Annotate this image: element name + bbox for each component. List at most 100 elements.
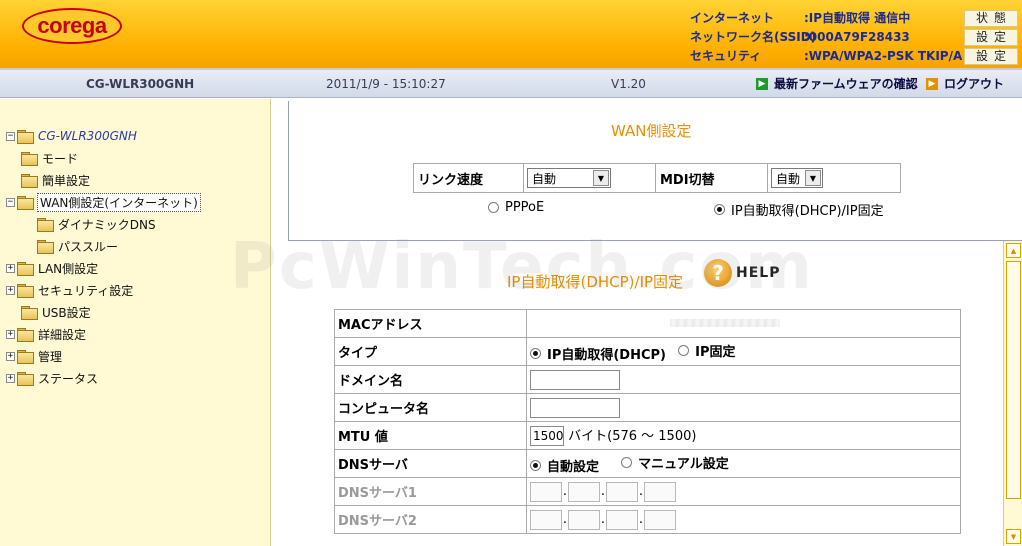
mac-value-cell — [526, 309, 961, 338]
dns-manual-option[interactable]: マニュアル設定 — [621, 453, 729, 472]
wan-title: WAN側設定 — [611, 122, 692, 140]
scroll-up-icon[interactable]: ▲ — [1006, 243, 1021, 258]
sidebar-item-wan[interactable]: − WAN側設定(インターネット) — [6, 192, 201, 212]
computer-name-input[interactable] — [530, 397, 620, 418]
chevron-down-icon: ▼ — [805, 170, 821, 186]
sidebar-item-label: ステータス — [38, 371, 99, 386]
wan-settings-panel: WAN側設定 リンク速度 自動 ▼ MDI切替 自動 ▼ PPPoE IP自動取… — [288, 101, 1022, 241]
sidebar-item-label: 簡単設定 — [42, 173, 91, 188]
dns2-octet-2[interactable] — [568, 509, 600, 530]
dns1-octet-1[interactable] — [530, 481, 562, 502]
expand-icon[interactable]: + — [6, 263, 15, 273]
mdi-value: 自動 — [776, 171, 801, 186]
table-row: ドメイン名 — [334, 365, 961, 394]
info-bar: CG-WLR300GNH 2011/1/9 - 15:10:27 V1.20 ▶… — [0, 70, 1022, 98]
dhcp-label: IP自動取得(DHCP)/IP固定 — [731, 204, 884, 219]
folder-open-icon — [16, 195, 34, 210]
sidebar-item-label: 詳細設定 — [38, 327, 87, 342]
dns2-label: DNSサーバ2 — [334, 505, 527, 534]
dns2-octet-4[interactable] — [644, 509, 676, 530]
link-speed-label: リンク速度 — [418, 172, 484, 188]
sidebar-item-lan[interactable]: + LAN側設定 — [6, 259, 98, 277]
sidebar-item-management[interactable]: + 管理 — [6, 347, 62, 365]
sidebar-item-easy-setup[interactable]: 簡単設定 — [20, 171, 90, 189]
sidebar-item-status[interactable]: + ステータス — [6, 369, 98, 387]
mac-label: MACアドレス — [334, 309, 527, 338]
domain-cell — [526, 365, 961, 394]
dns1-octet-3[interactable] — [606, 481, 638, 502]
type-auto-option[interactable]: IP自動取得(DHCP) — [530, 344, 666, 363]
link-speed-select[interactable]: 自動 ▼ — [527, 168, 611, 188]
mdi-label-cell: MDI切替 — [656, 164, 768, 192]
dns1-octet-2[interactable] — [568, 481, 600, 502]
table-row: タイプ IP自動取得(DHCP) IP固定 — [334, 337, 961, 366]
domain-input[interactable] — [530, 369, 620, 390]
folder-icon — [16, 371, 34, 386]
dns-auto-label: 自動設定 — [547, 459, 600, 475]
pppoe-option[interactable]: PPPoE — [488, 200, 544, 215]
type-auto-radio[interactable] — [530, 347, 541, 359]
dns1-octet-4[interactable] — [644, 481, 676, 502]
firmware-check-link[interactable]: ▶ 最新ファームウェアの確認 — [756, 70, 918, 98]
status-button[interactable]: 状態 — [964, 10, 1018, 27]
dns2-octet-1[interactable] — [530, 509, 562, 530]
expand-icon[interactable]: + — [6, 373, 15, 383]
folder-icon — [16, 327, 34, 342]
sidebar-item-usb[interactable]: USB設定 — [20, 303, 91, 321]
type-static-option[interactable]: IP固定 — [678, 341, 736, 360]
type-static-radio[interactable] — [678, 344, 690, 356]
sidebar-item-label: ダイナミックDNS — [58, 217, 156, 232]
sidebar-item-ddns[interactable]: ダイナミックDNS — [36, 215, 156, 233]
dhcp-radio[interactable] — [714, 204, 725, 215]
tree-root[interactable]: − CG-WLR300GNH — [6, 127, 137, 145]
ssid-settings-button[interactable]: 設定 — [964, 29, 1018, 46]
logout-link[interactable]: ▶ ログアウト — [926, 70, 1004, 98]
mdi-cell: 自動 ▼ — [768, 164, 900, 192]
sidebar-item-label: セキュリティ設定 — [38, 283, 134, 298]
logo-text: corega — [37, 13, 107, 38]
ssid-value: :000A79F28433 — [804, 30, 910, 44]
pppoe-radio[interactable] — [488, 202, 499, 213]
scroll-down-icon[interactable]: ▼ — [1006, 529, 1021, 544]
folder-icon — [16, 349, 34, 364]
security-settings-button[interactable]: 設定 — [964, 48, 1018, 65]
dns-options-cell: 自動設定 マニュアル設定 — [526, 449, 961, 478]
collapse-icon[interactable]: − — [6, 197, 15, 207]
sidebar-item-security[interactable]: + セキュリティ設定 — [6, 281, 133, 299]
collapse-icon[interactable]: − — [6, 131, 15, 141]
model-name: CG-WLR300GNH — [86, 77, 195, 91]
link-speed-value: 自動 — [532, 171, 557, 186]
dns-manual-radio[interactable] — [621, 456, 633, 468]
dns-auto-option[interactable]: 自動設定 — [530, 456, 599, 475]
help-button[interactable]: ? HELP — [704, 259, 780, 287]
help-icon: ? — [704, 259, 732, 287]
folder-icon — [20, 151, 38, 166]
dns2-octet-3[interactable] — [606, 509, 638, 530]
sidebar-item-advanced[interactable]: + 詳細設定 — [6, 325, 86, 343]
scroll-thumb[interactable] — [1006, 261, 1021, 499]
vertical-scrollbar[interactable]: ▲ ▼ — [1003, 241, 1022, 546]
table-row: DNSサーバ1 ... — [334, 477, 961, 506]
sidebar-item-passthrough[interactable]: パススルー — [36, 237, 118, 255]
folder-icon — [16, 283, 34, 298]
sidebar-item-mode[interactable]: モード — [20, 149, 78, 167]
dhcp-option[interactable]: IP自動取得(DHCP)/IP固定 — [714, 200, 884, 219]
sidebar-item-label: WAN側設定(インターネット) — [37, 192, 201, 212]
sidebar-item-label: LAN側設定 — [38, 261, 99, 276]
mtu-input[interactable]: 1500 — [530, 426, 564, 447]
dns-auto-radio[interactable] — [530, 459, 541, 471]
type-auto-label: IP自動取得(DHCP) — [547, 347, 666, 363]
top-header: corega インターネット :IP自動取得 通信中 状態 ネットワーク名(SS… — [0, 0, 1022, 68]
expand-icon[interactable]: + — [6, 285, 15, 295]
mtu-cell: 1500 バイト(576 ～ 1500) — [526, 421, 961, 450]
domain-label: ドメイン名 — [334, 365, 527, 394]
help-label: HELP — [736, 265, 781, 281]
folder-icon — [36, 217, 54, 232]
sidebar-item-label: USB設定 — [42, 305, 91, 320]
expand-icon[interactable]: + — [6, 329, 15, 339]
mdi-select[interactable]: 自動 ▼ — [771, 168, 823, 188]
type-label: タイプ — [334, 337, 527, 366]
table-row: MACアドレス — [334, 309, 961, 338]
expand-icon[interactable]: + — [6, 351, 15, 361]
table-row: DNSサーバ 自動設定 マニュアル設定 — [334, 449, 961, 478]
